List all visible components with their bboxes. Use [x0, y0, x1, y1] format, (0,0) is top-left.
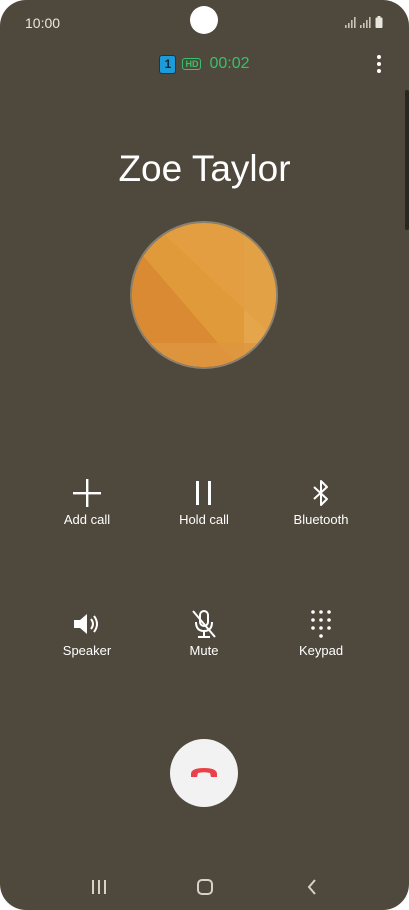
hold-call-label: Hold call — [179, 512, 229, 527]
status-bar: 10:00 — [0, 0, 409, 46]
keypad-icon — [311, 610, 331, 638]
mute-label: Mute — [189, 643, 219, 658]
phone-screen: 10:00 1 HD 00:02 Zoe Taylor Add call Hol… — [0, 0, 409, 910]
pause-icon — [196, 481, 211, 505]
signal-icon — [345, 17, 356, 28]
contact-avatar — [130, 221, 278, 369]
home-button[interactable] — [190, 876, 220, 898]
speaker-button[interactable]: Speaker — [27, 607, 147, 671]
camera-cutout — [190, 6, 218, 34]
recents-button[interactable] — [84, 876, 114, 898]
battery-icon — [375, 16, 383, 28]
plus-icon — [73, 479, 101, 507]
add-call-button[interactable]: Add call — [27, 476, 147, 540]
recents-icon — [92, 880, 106, 894]
bluetooth-label: Bluetooth — [293, 512, 349, 527]
keypad-label: Keypad — [298, 643, 344, 658]
home-icon — [197, 879, 213, 895]
more-options-icon[interactable] — [371, 54, 387, 74]
speaker-icon — [74, 614, 98, 634]
call-timer: 00:02 — [209, 55, 250, 72]
bluetooth-button[interactable]: Bluetooth — [261, 476, 381, 540]
sim-slot-icon: 1 — [159, 54, 177, 74]
status-icons — [345, 16, 383, 28]
call-info: 1 HD 00:02 — [0, 52, 409, 76]
mute-icon — [192, 610, 216, 638]
end-call-icon — [191, 768, 217, 777]
back-icon — [307, 879, 316, 895]
bluetooth-icon — [313, 480, 328, 506]
hold-call-button[interactable]: Hold call — [144, 476, 264, 540]
keypad-button[interactable]: Keypad — [261, 607, 381, 671]
hd-voice-icon: HD — [182, 58, 202, 70]
mute-button[interactable]: Mute — [144, 607, 264, 671]
back-button[interactable] — [297, 876, 327, 898]
signal-icon — [360, 17, 371, 28]
status-time: 10:00 — [25, 15, 61, 31]
contact-name: Zoe Taylor — [118, 148, 291, 189]
navigation-bar — [0, 866, 409, 908]
end-call-button[interactable] — [170, 739, 238, 807]
speaker-label: Speaker — [62, 643, 112, 658]
add-call-label: Add call — [63, 512, 111, 527]
